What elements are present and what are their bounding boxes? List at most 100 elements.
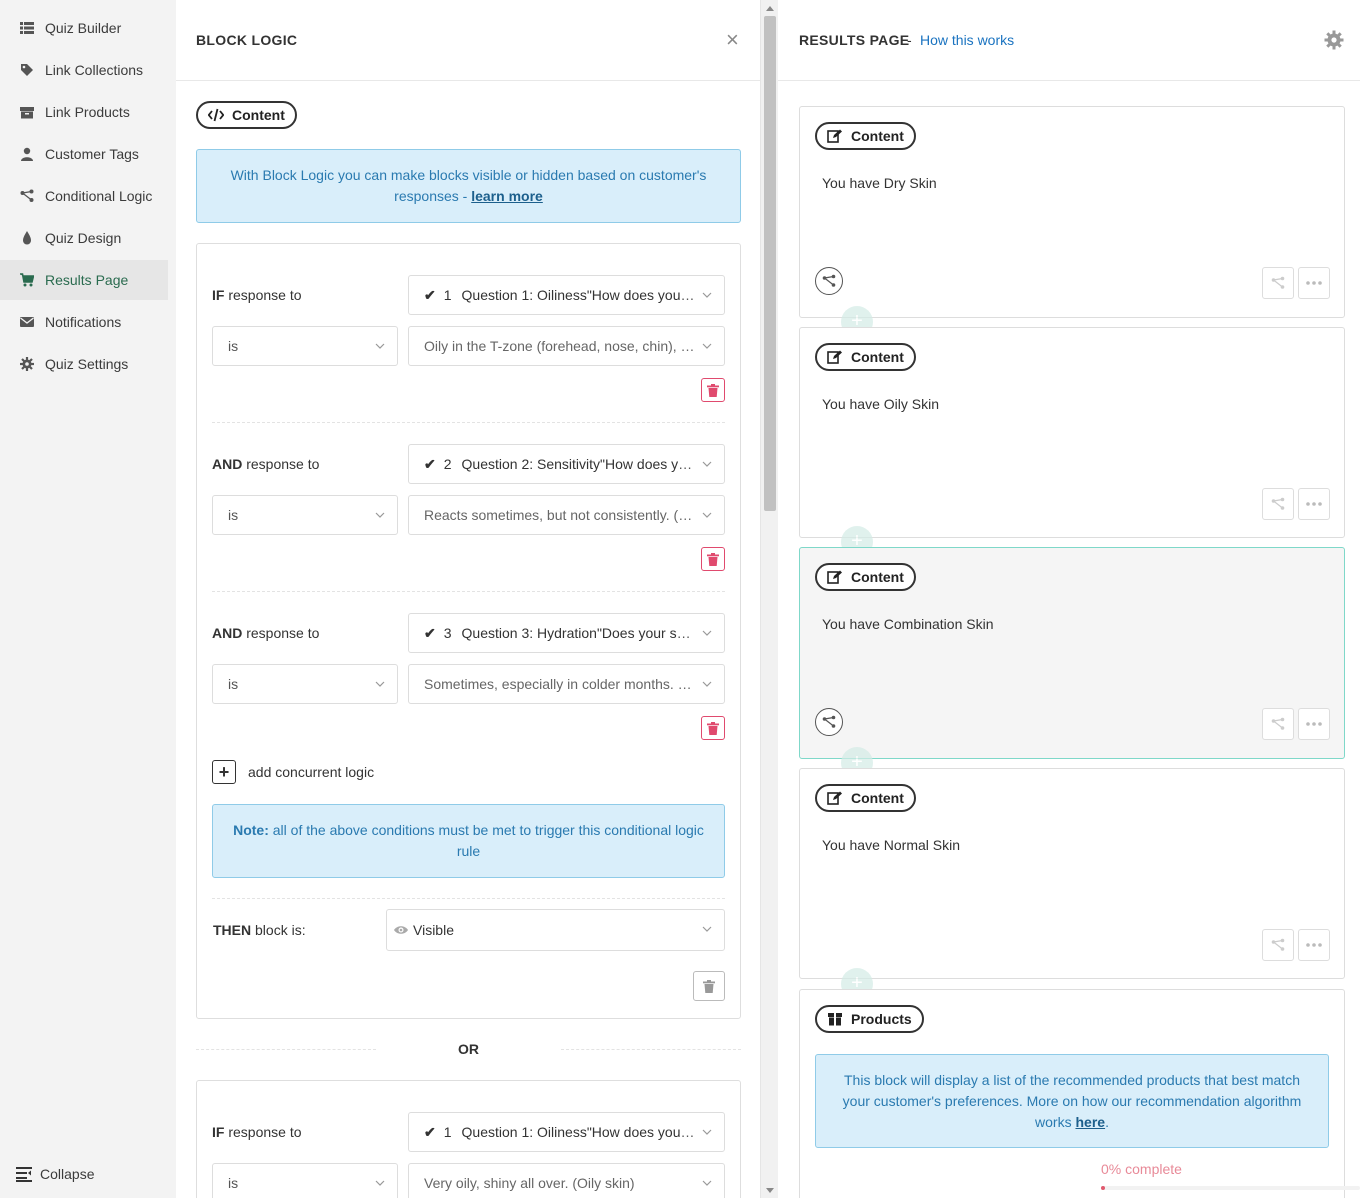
results-title: RESULTS PAGE bbox=[799, 32, 910, 48]
operator-value: is bbox=[228, 507, 239, 523]
branch-icon bbox=[1271, 497, 1285, 510]
content-block-pill: Content bbox=[196, 101, 297, 129]
trash-icon bbox=[707, 721, 719, 735]
here-link[interactable]: here bbox=[1075, 1114, 1105, 1130]
question-number: 3 bbox=[443, 624, 452, 641]
sidebar-item-label: Quiz Design bbox=[45, 230, 122, 246]
condition-keyword: IF bbox=[212, 287, 225, 303]
list-icon bbox=[20, 21, 34, 35]
collapse-icon bbox=[16, 1166, 34, 1182]
sidebar-item-link-products[interactable]: Link Products bbox=[0, 92, 168, 132]
then-keyword: THEN bbox=[213, 922, 252, 938]
delete-condition-button[interactable] bbox=[701, 378, 725, 402]
condition-keyword: AND bbox=[212, 456, 243, 472]
progress-text: 0% complete bbox=[1101, 1161, 1182, 1177]
scroll-up-arrow[interactable] bbox=[766, 6, 774, 11]
question-select[interactable]: ✔ 2 Question 2: Sensitivity"How does your … bbox=[408, 444, 725, 484]
block-text: You have Oily Skin bbox=[822, 396, 939, 412]
result-block-selected[interactable]: Content You have Combination Skin bbox=[799, 547, 1345, 759]
sidebar-item-customer-tags[interactable]: Customer Tags bbox=[0, 134, 168, 174]
visibility-select[interactable]: Visible bbox=[386, 909, 725, 951]
block-more-button[interactable] bbox=[1298, 929, 1330, 961]
delete-rule-button[interactable] bbox=[693, 971, 725, 1001]
question-select[interactable]: ✔ 1 Question 1: Oiliness"How does your ski… bbox=[408, 1112, 725, 1152]
block-logic-info: With Block Logic you can make blocks vis… bbox=[196, 149, 741, 223]
content-block-pill: Content bbox=[815, 563, 916, 591]
answer-select[interactable]: Sometimes, especially in colder months. … bbox=[408, 664, 725, 704]
question-select[interactable]: ✔ 1 Question 1: Oiliness"How does your ski… bbox=[408, 275, 725, 315]
sidebar-item-notifications[interactable]: Notifications bbox=[0, 302, 168, 342]
operator-select[interactable]: is bbox=[212, 326, 398, 366]
operator-select[interactable]: is bbox=[212, 495, 398, 535]
sidebar-item-quiz-builder[interactable]: Quiz Builder bbox=[0, 8, 168, 48]
sidebar-item-quiz-design[interactable]: Quiz Design bbox=[0, 218, 168, 258]
close-icon[interactable]: × bbox=[726, 29, 739, 51]
add-concurrent-logic-button[interactable]: + add concurrent logic bbox=[212, 760, 374, 784]
sidebar-item-link-collections[interactable]: Link Collections bbox=[0, 50, 168, 90]
tag-icon bbox=[20, 63, 34, 77]
more-icon bbox=[1306, 281, 1322, 285]
check-icon: ✔ bbox=[424, 1123, 436, 1140]
result-block[interactable]: Content You have Oily Skin bbox=[799, 327, 1345, 538]
logic-indicator[interactable] bbox=[815, 267, 843, 295]
sidebar-item-label: Link Products bbox=[45, 104, 130, 120]
question-select[interactable]: ✔ 3 Question 3: Hydration"Does your skin f… bbox=[408, 613, 725, 653]
block-logic-button[interactable] bbox=[1262, 929, 1294, 961]
delete-condition-button[interactable] bbox=[701, 547, 725, 571]
chevron-down-icon bbox=[702, 1180, 712, 1186]
sidebar-item-conditional-logic[interactable]: Conditional Logic bbox=[0, 176, 168, 216]
pill-label: Content bbox=[232, 107, 285, 123]
how-this-works-link[interactable]: How this works bbox=[920, 32, 1014, 48]
sidebar: Quiz Builder Link Collections Link Produ… bbox=[0, 0, 176, 1198]
logic-indicator[interactable] bbox=[815, 708, 843, 736]
operator-value: is bbox=[228, 676, 239, 692]
sidebar-item-label: Notifications bbox=[45, 314, 122, 330]
products-info-suffix: . bbox=[1105, 1113, 1109, 1130]
note-text: all of the above conditions must be met … bbox=[268, 822, 704, 859]
sidebar-item-quiz-settings[interactable]: Quiz Settings bbox=[0, 344, 168, 384]
content-block-pill: Content bbox=[815, 122, 916, 150]
block-logic-button[interactable] bbox=[1262, 488, 1294, 520]
condition-text: response to bbox=[242, 456, 320, 472]
sidebar-item-results-page[interactable]: Results Page bbox=[0, 260, 168, 300]
chevron-down-icon bbox=[702, 630, 712, 636]
chevron-down-icon bbox=[702, 461, 712, 467]
logic-rule-card: IF response to ✔ 1 Question 1: Oiliness"Ho… bbox=[196, 1080, 741, 1198]
more-icon bbox=[1306, 943, 1322, 947]
operator-select[interactable]: is bbox=[212, 1163, 398, 1198]
question-text: Question 2: Sensitivity"How does your sk… bbox=[461, 455, 724, 472]
edit-icon bbox=[827, 791, 843, 805]
result-block[interactable]: Content You have Dry Skin bbox=[799, 106, 1345, 318]
collapse-button[interactable]: Collapse bbox=[16, 1166, 94, 1182]
pill-label: Products bbox=[851, 1011, 912, 1027]
question-text: Question 3: Hydration"Does your skin fee… bbox=[461, 624, 724, 641]
then-divider bbox=[212, 898, 725, 899]
condition-keyword: AND bbox=[212, 625, 243, 641]
chevron-down-icon bbox=[375, 681, 385, 687]
branch-icon bbox=[1271, 938, 1285, 951]
answer-select[interactable]: Very oily, shiny all over. (Oily skin) bbox=[408, 1163, 725, 1198]
scroll-thumb[interactable] bbox=[764, 16, 776, 511]
operator-select[interactable]: is bbox=[212, 664, 398, 704]
products-block[interactable]: Products This block will display a list … bbox=[799, 989, 1345, 1198]
block-more-button[interactable] bbox=[1298, 488, 1330, 520]
learn-more-link[interactable]: learn more bbox=[471, 188, 543, 204]
cart-icon bbox=[20, 273, 35, 287]
result-block[interactable]: Content You have Normal Skin bbox=[799, 768, 1345, 979]
answer-select[interactable]: Oily in the T-zone (forehead, nose, chin… bbox=[408, 326, 725, 366]
scrollbar[interactable] bbox=[760, 0, 778, 1198]
check-icon: ✔ bbox=[424, 624, 436, 641]
block-more-button[interactable] bbox=[1298, 267, 1330, 299]
check-icon: ✔ bbox=[424, 286, 436, 303]
block-logic-button[interactable] bbox=[1262, 708, 1294, 740]
sidebar-item-label: Quiz Builder bbox=[45, 20, 122, 36]
scroll-down-arrow[interactable] bbox=[766, 1188, 774, 1193]
gear-icon[interactable] bbox=[1324, 30, 1344, 50]
answer-value: Sometimes, especially in colder months. … bbox=[424, 676, 724, 692]
block-logic-button[interactable] bbox=[1262, 267, 1294, 299]
block-logic-panel: BLOCK LOGIC × Content With Block Logic y… bbox=[176, 0, 760, 1198]
answer-select[interactable]: Reacts sometimes, but not consistently. … bbox=[408, 495, 725, 535]
condition-divider bbox=[212, 591, 725, 592]
delete-condition-button[interactable] bbox=[701, 716, 725, 740]
block-more-button[interactable] bbox=[1298, 708, 1330, 740]
